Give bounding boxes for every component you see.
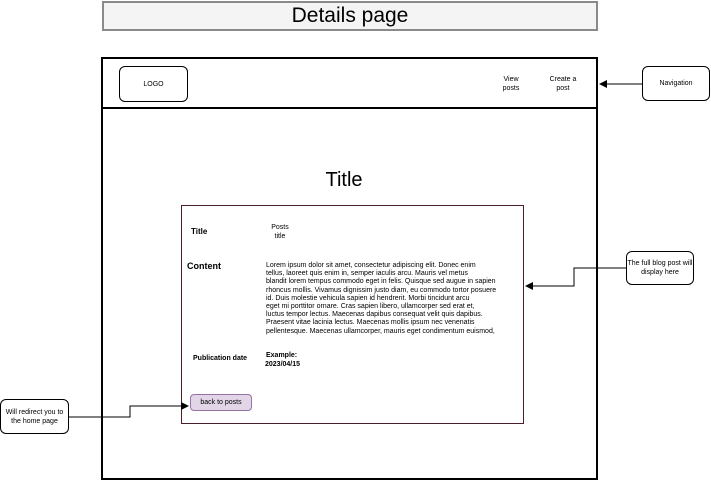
annotation-arrows [69, 80, 642, 418]
redirect-arrow [69, 402, 189, 418]
full-post-arrow [525, 267, 626, 290]
